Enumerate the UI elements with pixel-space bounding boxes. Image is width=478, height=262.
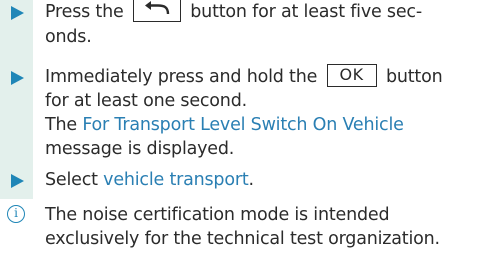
step-arrow-icon	[11, 71, 24, 85]
back-button-key-icon	[132, 0, 181, 22]
step-2-line-2: for at least one second.	[45, 91, 247, 111]
step-highlight-band	[0, 0, 33, 199]
ok-button-key: OK	[326, 63, 377, 87]
step-2-text-pre: Immediately press and hold the	[45, 67, 323, 87]
step-3-text-post: .	[248, 170, 255, 190]
step-2-text-post: button	[380, 67, 443, 87]
step-1-text-pre: Press the	[45, 2, 129, 22]
step-arrow-icon	[11, 174, 24, 188]
step-2-line-1: Immediately press and hold the OK button	[45, 63, 443, 89]
note-line-1: The noise certification mode is intended	[45, 205, 390, 225]
step-2-line-4: message is displayed.	[45, 139, 235, 159]
step-1-line-1: Press the button for at least five sec-	[45, 0, 422, 24]
step-arrow-icon	[11, 6, 24, 20]
step-2-line-3: The For Transport Level Switch On Vehicl…	[45, 113, 404, 137]
info-icon: i	[7, 205, 25, 223]
step-3-line-1: Select vehicle transport.	[45, 168, 254, 192]
step-1-line-2: onds.	[45, 27, 92, 47]
display-message-link: For Transport Level Switch On Vehicle	[82, 115, 404, 135]
step-2-text-the: The	[45, 115, 83, 135]
vehicle-transport-menu-item: vehicle transport	[103, 170, 249, 190]
step-1-text-post: button for at least five sec-	[184, 2, 422, 22]
step-3-text-pre: Select	[45, 170, 104, 190]
note-line-2: exclusively for the technical test organ…	[45, 229, 440, 249]
